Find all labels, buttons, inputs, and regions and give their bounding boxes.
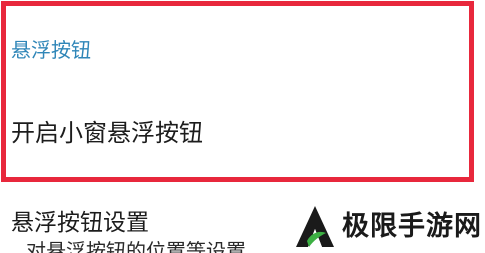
floating-button-settings-title: 悬浮按钮设置	[11, 210, 149, 236]
watermark-text: 极限手游网	[342, 211, 482, 242]
section-header-floating-button: 悬浮按钮	[11, 38, 91, 62]
watermark-logo-icon	[296, 206, 334, 247]
floating-button-settings-subtitle: 对悬浮按钮的位置等设置	[26, 239, 246, 253]
enable-floating-button-row[interactable]: 开启小窗悬浮按钮	[0, 95, 460, 175]
site-watermark: 极限手游网	[292, 203, 482, 251]
enable-floating-button-label: 开启小窗悬浮按钮	[11, 119, 203, 147]
floating-button-settings-item[interactable]: 悬浮按钮设置 对悬浮按钮的位置等设置	[0, 195, 290, 253]
